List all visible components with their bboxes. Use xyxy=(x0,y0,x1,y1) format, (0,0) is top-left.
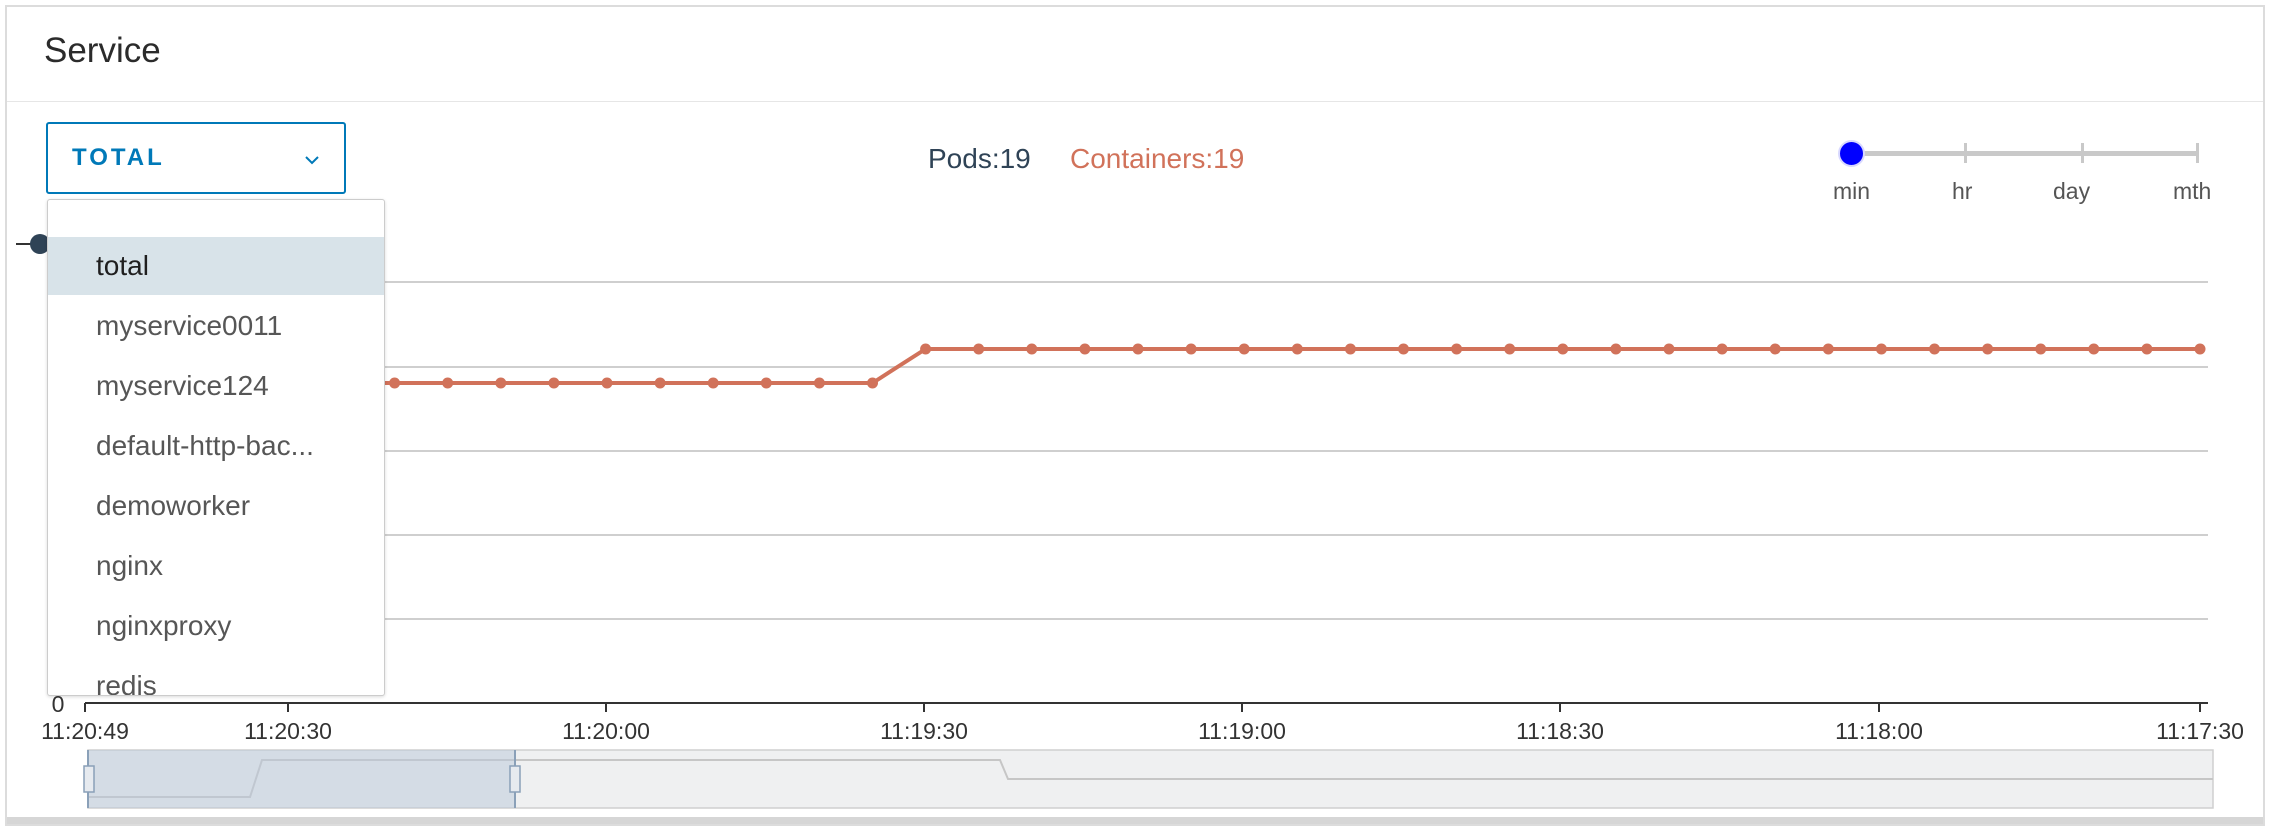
time-range-label-day[interactable]: day xyxy=(2053,178,2090,205)
data-point-26 xyxy=(1451,343,1463,355)
time-range-label-hr[interactable]: hr xyxy=(1952,178,1972,205)
time-range-label-min[interactable]: min xyxy=(1833,178,1870,205)
data-point-25 xyxy=(1398,343,1409,355)
data-point-31 xyxy=(1716,343,1728,355)
service-select[interactable]: TOTAL xyxy=(46,122,346,194)
data-point-15 xyxy=(867,377,878,389)
chevron-down-icon xyxy=(305,156,319,165)
x-tick-label-0: 11:20:49 xyxy=(41,718,129,744)
data-point-6 xyxy=(389,377,401,389)
dropdown-item-nginxproxy[interactable]: nginxproxy xyxy=(48,597,384,655)
x-tick-label-6: 11:18:00 xyxy=(1835,718,1923,744)
navigator-selection xyxy=(88,750,515,808)
dropdown-item-myservice124[interactable]: myservice124 xyxy=(48,357,384,415)
data-point-30 xyxy=(1663,343,1675,355)
x-tick-label-5: 11:18:30 xyxy=(1516,718,1604,744)
time-range-label-mth[interactable]: mth xyxy=(2173,178,2211,205)
data-point-28 xyxy=(1557,343,1569,355)
data-point-37 xyxy=(2035,343,2047,355)
x-tick-label-3: 11:19:30 xyxy=(880,718,968,744)
data-point-14 xyxy=(813,377,825,389)
data-point-22 xyxy=(1238,343,1250,355)
data-point-20 xyxy=(1132,343,1144,355)
data-point-32 xyxy=(1769,343,1781,355)
data-point-33 xyxy=(1822,343,1834,355)
data-point-11 xyxy=(654,377,666,389)
time-range-slider[interactable]: min hr day mth xyxy=(1830,140,2230,210)
navigator-left-handle[interactable] xyxy=(83,765,95,793)
data-point-9 xyxy=(548,377,560,389)
data-point-39 xyxy=(2141,343,2153,355)
time-range-knob[interactable] xyxy=(1838,140,1865,167)
x-tick-label-1: 11:20:30 xyxy=(244,718,332,744)
data-point-23 xyxy=(1291,343,1303,355)
time-range-tick-mth xyxy=(2196,143,2199,163)
dropdown-item-nginx[interactable]: nginx xyxy=(48,537,384,595)
data-point-12 xyxy=(707,377,719,389)
dropdown-item-demoworker[interactable]: demoworker xyxy=(48,477,384,535)
data-point-36 xyxy=(1982,343,1994,355)
x-tick-label-2: 11:20:00 xyxy=(562,718,650,744)
data-point-35 xyxy=(1929,343,1940,355)
data-point-29 xyxy=(1610,343,1622,355)
service-select-value: TOTAL xyxy=(72,144,165,171)
data-point-24 xyxy=(1344,343,1356,355)
data-point-19 xyxy=(1079,343,1091,355)
time-range-track[interactable] xyxy=(1852,151,2198,156)
dropdown-item-myservice0011[interactable]: myservice0011 xyxy=(48,297,384,355)
data-point-34 xyxy=(1875,343,1887,355)
dropdown-item-total[interactable]: total xyxy=(48,237,384,295)
navigator-right-handle[interactable] xyxy=(509,765,521,793)
data-point-21 xyxy=(1185,343,1197,355)
data-point-27 xyxy=(1504,343,1516,355)
data-point-40 xyxy=(2194,343,2206,355)
x-tick-label-7: 11:17:30 xyxy=(2156,718,2244,744)
dropdown-item-redis[interactable]: redis xyxy=(48,657,384,695)
legend-containers[interactable]: Containers:19 xyxy=(1070,143,1244,175)
service-dropdown-menu: total myservice0011 myservice124 default… xyxy=(47,199,385,696)
data-point-38 xyxy=(2088,343,2100,355)
dropdown-item-default-http-backend[interactable]: default-http-bac... xyxy=(48,417,384,475)
data-point-10 xyxy=(601,377,613,389)
time-range-tick-hr xyxy=(1964,143,1967,163)
data-point-17 xyxy=(973,343,985,355)
data-point-13 xyxy=(760,377,772,389)
data-point-18 xyxy=(1026,343,1038,355)
x-tick-label-4: 11:19:00 xyxy=(1198,718,1286,744)
legend-pods[interactable]: Pods:19 xyxy=(928,143,1031,175)
time-range-tick-day xyxy=(2081,143,2084,163)
data-point-16 xyxy=(920,343,932,355)
data-point-7 xyxy=(442,377,454,389)
data-point-8 xyxy=(495,377,507,389)
